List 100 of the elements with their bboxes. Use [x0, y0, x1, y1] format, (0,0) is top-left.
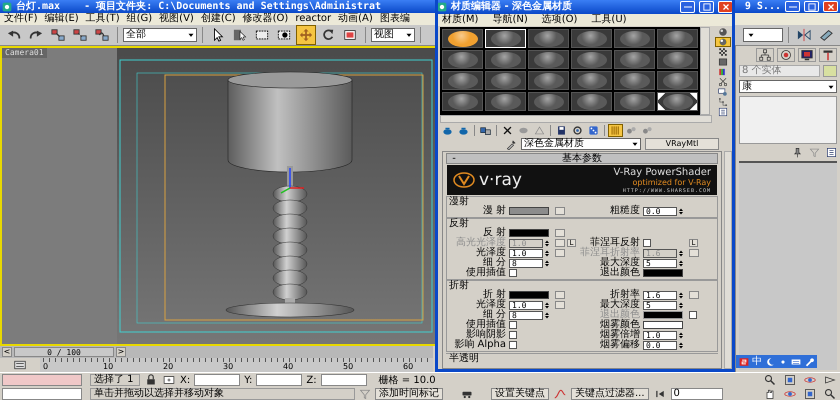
- number-field[interactable]: 0.0: [643, 340, 677, 350]
- spinner-arrows-icon[interactable]: [677, 330, 685, 340]
- checkbox[interactable]: [509, 269, 517, 277]
- ruler-track-icon[interactable]: [13, 359, 27, 371]
- selection-mode-button[interactable]: [162, 374, 176, 386]
- frame-box-icon[interactable]: [784, 374, 796, 386]
- number-field[interactable]: 1.0: [509, 248, 543, 258]
- number-field[interactable]: 1.0: [509, 300, 543, 310]
- ime-mode[interactable]: 中: [752, 356, 762, 368]
- spinner-arrows-icon[interactable]: [677, 206, 685, 216]
- menu-item[interactable]: 材质(M): [442, 14, 478, 26]
- material-type-button[interactable]: VRayMtl: [645, 138, 719, 150]
- frame-box-icon[interactable]: [804, 388, 816, 400]
- close-button[interactable]: [823, 1, 838, 12]
- coordinate-field[interactable]: [320, 374, 367, 386]
- magnifier-icon[interactable]: [824, 388, 836, 400]
- add-time-tag-button[interactable]: 添加时间标记: [375, 388, 443, 400]
- listener-field[interactable]: [2, 374, 82, 386]
- spinner-arrows-icon[interactable]: [543, 258, 551, 268]
- spinner-arrows-icon[interactable]: [677, 300, 685, 310]
- map-button[interactable]: [555, 291, 565, 299]
- listener-output[interactable]: [2, 388, 82, 400]
- menu-item[interactable]: 选项(O): [542, 14, 578, 26]
- transform-gizmo-icon[interactable]: [280, 168, 304, 194]
- maximize-button[interactable]: [804, 1, 819, 12]
- number-field[interactable]: 8: [509, 258, 543, 268]
- map-button[interactable]: [555, 301, 565, 309]
- horizontal-scrollbar[interactable]: [440, 115, 712, 123]
- spinner-arrows-icon[interactable]: [543, 300, 551, 310]
- map-button[interactable]: [555, 229, 565, 237]
- minimize-button[interactable]: [680, 1, 695, 13]
- spinner-arrows-icon[interactable]: [543, 248, 551, 258]
- number-field[interactable]: 1.0: [643, 330, 677, 340]
- keyboard-icon[interactable]: [791, 356, 801, 366]
- material-slot[interactable]: [442, 29, 483, 48]
- number-field[interactable]: 5: [643, 258, 677, 268]
- menu-item[interactable]: 工具(U): [591, 14, 627, 26]
- number-field[interactable]: 0.0: [643, 206, 677, 216]
- time-slider-thumb[interactable]: 0 / 100: [14, 347, 114, 357]
- panel-tab[interactable]: [756, 48, 774, 62]
- menu-item[interactable]: 动画(A): [338, 13, 373, 25]
- color-swatch[interactable]: [509, 291, 549, 299]
- spinner-arrows-icon[interactable]: [677, 258, 685, 268]
- minimize-button[interactable]: [785, 1, 800, 12]
- previous-frame-button[interactable]: <: [2, 347, 12, 357]
- spinner-arrows-icon[interactable]: [543, 310, 551, 320]
- frame-field[interactable]: 0: [670, 388, 723, 400]
- dropdown-field[interactable]: [743, 28, 783, 42]
- map-button[interactable]: [555, 207, 565, 215]
- number-field[interactable]: 5: [643, 300, 677, 310]
- key-tangent-button[interactable]: [553, 388, 567, 400]
- key-filters-button[interactable]: 关键点过滤器...: [571, 388, 649, 400]
- object-color-swatch[interactable]: [823, 65, 837, 77]
- menu-item[interactable]: 导航(N): [492, 14, 528, 26]
- menu-item[interactable]: 图表编: [380, 13, 410, 25]
- dropdown-field[interactable]: 全部: [123, 28, 197, 42]
- checkbox[interactable]: [509, 341, 517, 349]
- checkbox[interactable]: [509, 331, 517, 339]
- close-button[interactable]: [718, 1, 732, 13]
- ime-logo-icon[interactable]: [739, 356, 749, 366]
- map-button[interactable]: [689, 291, 699, 299]
- menu-item[interactable]: 工具(T): [86, 13, 120, 25]
- color-swatch[interactable]: [509, 229, 549, 237]
- spinner-arrows-icon[interactable]: [543, 238, 551, 248]
- checkbox[interactable]: [509, 321, 517, 329]
- number-field[interactable]: 8: [509, 310, 543, 320]
- menu-item[interactable]: 文件(F): [4, 13, 38, 25]
- spinner-arrows-icon[interactable]: [677, 248, 685, 258]
- spinner-arrows-icon[interactable]: [677, 340, 685, 350]
- map-button[interactable]: [555, 249, 565, 257]
- menu-item[interactable]: 编辑(E): [44, 13, 79, 25]
- camera-cone-icon[interactable]: [824, 374, 836, 386]
- coordinate-field[interactable]: [194, 374, 240, 386]
- panel-tab[interactable]: [819, 48, 837, 62]
- vertical-scrollbar[interactable]: [700, 27, 710, 115]
- color-swatch[interactable]: [643, 321, 683, 329]
- film-stack-icon[interactable]: [826, 147, 837, 158]
- viewport-label[interactable]: Camera01: [2, 48, 47, 58]
- maximize-button[interactable]: [699, 1, 714, 13]
- panel-tab[interactable]: [798, 48, 816, 62]
- vertical-scrollbar[interactable]: [724, 151, 732, 369]
- modifier-list-dropdown[interactable]: 康: [739, 80, 837, 93]
- checkbox[interactable]: [643, 239, 651, 247]
- material-slot[interactable]: [657, 92, 698, 111]
- rollout-header[interactable]: - 基本参数: [446, 153, 718, 164]
- pipette-icon[interactable]: [506, 138, 517, 150]
- wrench-icon[interactable]: [804, 356, 814, 366]
- pin-icon[interactable]: [792, 147, 803, 158]
- menu-item[interactable]: 修改器(O): [242, 13, 288, 25]
- color-swatch[interactable]: [643, 269, 683, 277]
- next-frame-button[interactable]: >: [116, 347, 126, 357]
- dropdown-field[interactable]: 视图: [371, 28, 415, 42]
- menu-item[interactable]: reactor: [295, 13, 332, 25]
- number-field[interactable]: 1.6: [643, 290, 677, 300]
- material-name-dropdown[interactable]: 深色金属材质: [521, 138, 641, 150]
- spinner-arrows-icon[interactable]: [677, 290, 685, 300]
- object-name-field[interactable]: 8 个实体: [739, 65, 820, 77]
- magnifier-icon[interactable]: [764, 374, 776, 386]
- menu-item[interactable]: 视图(V): [159, 13, 194, 25]
- menu-item[interactable]: 组(G): [126, 13, 152, 25]
